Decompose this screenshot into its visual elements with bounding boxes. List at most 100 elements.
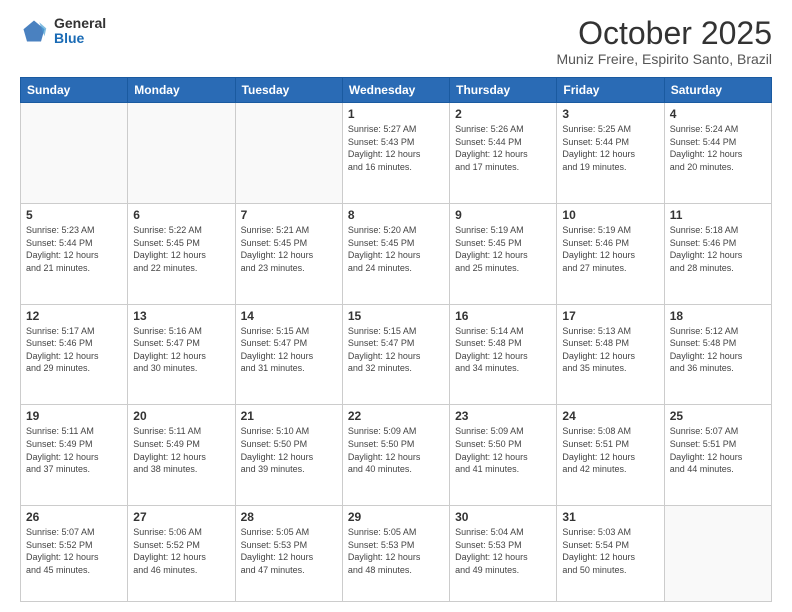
day-number: 7 — [241, 208, 337, 222]
day-info: Sunrise: 5:20 AM Sunset: 5:45 PM Dayligh… — [348, 224, 444, 274]
week-row-4: 26 Sunrise: 5:07 AM Sunset: 5:52 PM Dayli… — [21, 506, 772, 602]
day-cell: 29Sunrise: 5:05 AM Sunset: 5:53 PM Dayli… — [342, 506, 449, 602]
day-number: 21 — [241, 409, 337, 423]
day-cell: 30 Sunrise: 5:04 AM Sunset: 5:53 PM Dayli… — [450, 506, 557, 602]
day-cell: 14 Sunrise: 5:15 AM Sunset: 5:47 PM Dayli… — [235, 304, 342, 405]
day-number: 8 — [348, 208, 444, 222]
day-cell — [21, 103, 128, 204]
day-info: Sunrise: 5:15 AM Sunset: 5:47 PM Dayligh… — [241, 325, 337, 375]
day-number: 9 — [455, 208, 551, 222]
day-info: Sunrise: 5:09 AM Sunset: 5:50 PM Dayligh… — [455, 425, 551, 475]
day-number: 30 — [455, 510, 551, 524]
day-info: Sunrise: 5:27 AM Sunset: 5:43 PM Dayligh… — [348, 123, 444, 173]
day-cell: 24Sunrise: 5:08 AM Sunset: 5:51 PM Dayli… — [557, 405, 664, 506]
day-info: Sunrise: 5:04 AM Sunset: 5:53 PM Dayligh… — [455, 526, 551, 576]
day-info: Sunrise: 5:11 AM Sunset: 5:49 PM Dayligh… — [133, 425, 229, 475]
day-info: Sunrise: 5:19 AM Sunset: 5:46 PM Dayligh… — [562, 224, 658, 274]
day-info: Sunrise: 5:03 AM Sunset: 5:54 PM Dayligh… — [562, 526, 658, 576]
day-number: 18 — [670, 309, 766, 323]
day-cell: 16 Sunrise: 5:14 AM Sunset: 5:48 PM Dayli… — [450, 304, 557, 405]
day-number: 17 — [562, 309, 658, 323]
day-cell: 25 Sunrise: 5:07 AM Sunset: 5:51 PM Dayli… — [664, 405, 771, 506]
day-number: 15 — [348, 309, 444, 323]
day-number: 22 — [348, 409, 444, 423]
day-cell: 26 Sunrise: 5:07 AM Sunset: 5:52 PM Dayli… — [21, 506, 128, 602]
month-title: October 2025 — [556, 16, 772, 51]
day-cell — [664, 506, 771, 602]
day-info: Sunrise: 5:25 AM Sunset: 5:44 PM Dayligh… — [562, 123, 658, 173]
day-info: Sunrise: 5:06 AM Sunset: 5:52 PM Dayligh… — [133, 526, 229, 576]
day-cell: 7 Sunrise: 5:21 AM Sunset: 5:45 PM Daylig… — [235, 203, 342, 304]
weekday-header-tuesday: Tuesday — [235, 78, 342, 103]
day-info: Sunrise: 5:24 AM Sunset: 5:44 PM Dayligh… — [670, 123, 766, 173]
day-number: 27 — [133, 510, 229, 524]
day-info: Sunrise: 5:07 AM Sunset: 5:51 PM Dayligh… — [670, 425, 766, 475]
day-number: 20 — [133, 409, 229, 423]
day-number: 3 — [562, 107, 658, 121]
day-cell: 5 Sunrise: 5:23 AM Sunset: 5:44 PM Daylig… — [21, 203, 128, 304]
weekday-header-monday: Monday — [128, 78, 235, 103]
day-number: 4 — [670, 107, 766, 121]
day-cell: 18 Sunrise: 5:12 AM Sunset: 5:48 PM Dayli… — [664, 304, 771, 405]
day-number: 12 — [26, 309, 122, 323]
location-subtitle: Muniz Freire, Espirito Santo, Brazil — [556, 51, 772, 67]
day-cell — [128, 103, 235, 204]
weekday-header-row: SundayMondayTuesdayWednesdayThursdayFrid… — [21, 78, 772, 103]
weekday-header-saturday: Saturday — [664, 78, 771, 103]
day-info: Sunrise: 5:14 AM Sunset: 5:48 PM Dayligh… — [455, 325, 551, 375]
day-cell: 4 Sunrise: 5:24 AM Sunset: 5:44 PM Daylig… — [664, 103, 771, 204]
day-cell: 12 Sunrise: 5:17 AM Sunset: 5:46 PM Dayli… — [21, 304, 128, 405]
day-info: Sunrise: 5:08 AM Sunset: 5:51 PM Dayligh… — [562, 425, 658, 475]
day-cell: 20 Sunrise: 5:11 AM Sunset: 5:49 PM Dayli… — [128, 405, 235, 506]
day-info: Sunrise: 5:17 AM Sunset: 5:46 PM Dayligh… — [26, 325, 122, 375]
header: General Blue October 2025 Muniz Freire, … — [20, 16, 772, 67]
day-info: Sunrise: 5:22 AM Sunset: 5:45 PM Dayligh… — [133, 224, 229, 274]
day-cell: 19Sunrise: 5:11 AM Sunset: 5:49 PM Dayli… — [21, 405, 128, 506]
logo-text: General Blue — [54, 16, 106, 47]
day-cell: 23Sunrise: 5:09 AM Sunset: 5:50 PM Dayli… — [450, 405, 557, 506]
day-cell — [235, 103, 342, 204]
week-row-2: 12 Sunrise: 5:17 AM Sunset: 5:46 PM Dayli… — [21, 304, 772, 405]
day-info: Sunrise: 5:26 AM Sunset: 5:44 PM Dayligh… — [455, 123, 551, 173]
title-block: October 2025 Muniz Freire, Espirito Sant… — [556, 16, 772, 67]
day-info: Sunrise: 5:16 AM Sunset: 5:47 PM Dayligh… — [133, 325, 229, 375]
day-number: 6 — [133, 208, 229, 222]
day-info: Sunrise: 5:09 AM Sunset: 5:50 PM Dayligh… — [348, 425, 444, 475]
week-row-0: 1 Sunrise: 5:27 AM Sunset: 5:43 PM Daylig… — [21, 103, 772, 204]
day-info: Sunrise: 5:15 AM Sunset: 5:47 PM Dayligh… — [348, 325, 444, 375]
day-cell: 9 Sunrise: 5:19 AM Sunset: 5:45 PM Daylig… — [450, 203, 557, 304]
day-number: 19 — [26, 409, 122, 423]
weekday-header-thursday: Thursday — [450, 78, 557, 103]
weekday-header-sunday: Sunday — [21, 78, 128, 103]
day-number: 10 — [562, 208, 658, 222]
day-number: 16 — [455, 309, 551, 323]
day-number: 5 — [26, 208, 122, 222]
day-info: Sunrise: 5:23 AM Sunset: 5:44 PM Dayligh… — [26, 224, 122, 274]
day-info: Sunrise: 5:10 AM Sunset: 5:50 PM Dayligh… — [241, 425, 337, 475]
day-info: Sunrise: 5:21 AM Sunset: 5:45 PM Dayligh… — [241, 224, 337, 274]
day-cell: 8 Sunrise: 5:20 AM Sunset: 5:45 PM Daylig… — [342, 203, 449, 304]
day-cell: 11Sunrise: 5:18 AM Sunset: 5:46 PM Dayli… — [664, 203, 771, 304]
day-number: 31 — [562, 510, 658, 524]
day-cell: 17Sunrise: 5:13 AM Sunset: 5:48 PM Dayli… — [557, 304, 664, 405]
day-info: Sunrise: 5:19 AM Sunset: 5:45 PM Dayligh… — [455, 224, 551, 274]
logo: General Blue — [20, 16, 106, 47]
day-cell: 27 Sunrise: 5:06 AM Sunset: 5:52 PM Dayli… — [128, 506, 235, 602]
day-number: 11 — [670, 208, 766, 222]
day-number: 1 — [348, 107, 444, 121]
logo-general: General — [54, 16, 106, 31]
day-number: 26 — [26, 510, 122, 524]
logo-icon — [20, 17, 48, 45]
day-cell: 13Sunrise: 5:16 AM Sunset: 5:47 PM Dayli… — [128, 304, 235, 405]
day-cell: 21 Sunrise: 5:10 AM Sunset: 5:50 PM Dayli… — [235, 405, 342, 506]
day-cell: 31 Sunrise: 5:03 AM Sunset: 5:54 PM Dayli… — [557, 506, 664, 602]
day-info: Sunrise: 5:05 AM Sunset: 5:53 PM Dayligh… — [348, 526, 444, 576]
day-number: 14 — [241, 309, 337, 323]
day-number: 28 — [241, 510, 337, 524]
day-cell: 2Sunrise: 5:26 AM Sunset: 5:44 PM Daylig… — [450, 103, 557, 204]
day-cell: 28Sunrise: 5:05 AM Sunset: 5:53 PM Dayli… — [235, 506, 342, 602]
day-info: Sunrise: 5:12 AM Sunset: 5:48 PM Dayligh… — [670, 325, 766, 375]
day-number: 25 — [670, 409, 766, 423]
logo-blue: Blue — [54, 31, 106, 46]
day-info: Sunrise: 5:07 AM Sunset: 5:52 PM Dayligh… — [26, 526, 122, 576]
